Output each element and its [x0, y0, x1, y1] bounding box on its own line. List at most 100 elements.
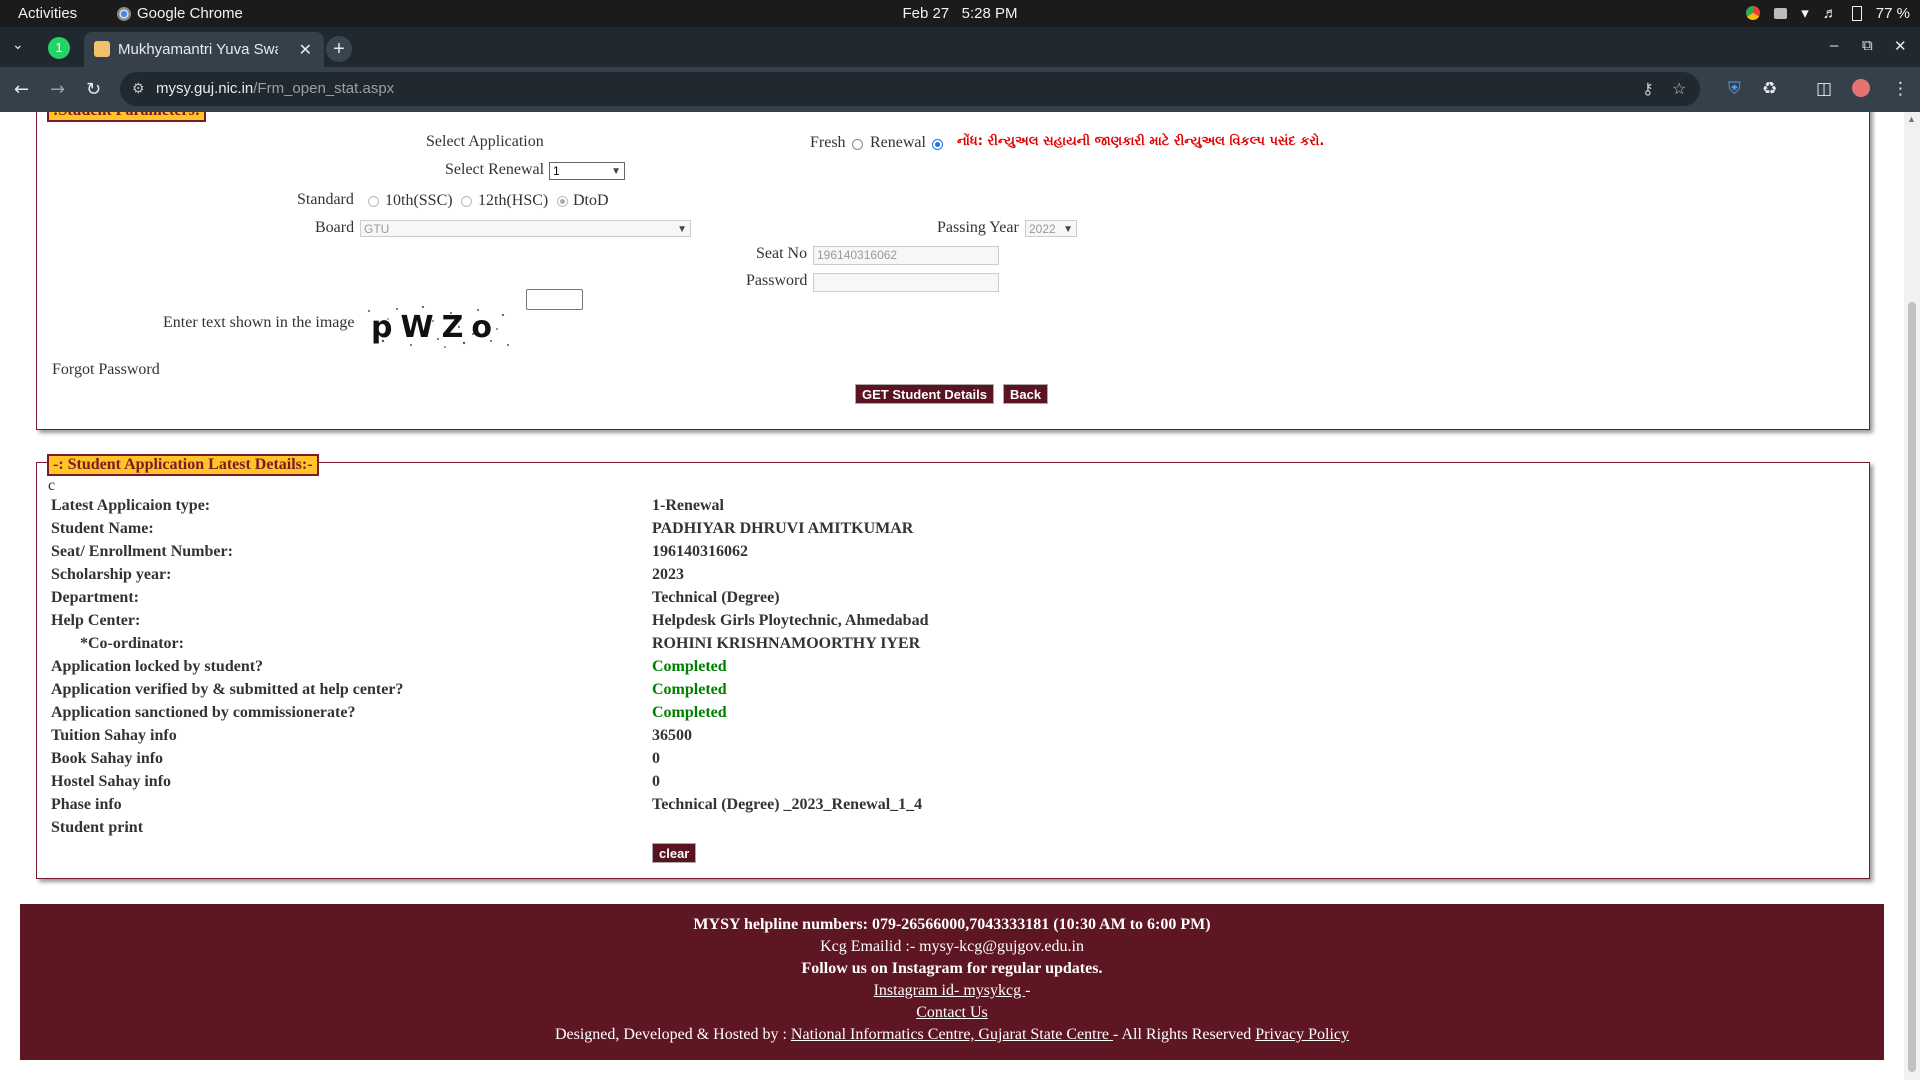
- restore-icon[interactable]: ⧉: [1862, 37, 1873, 54]
- detail-label: Latest Applicaion type:: [51, 497, 211, 514]
- window-close-icon[interactable]: ✕: [1894, 37, 1907, 55]
- minimize-icon[interactable]: –: [1830, 37, 1838, 54]
- detail-label: Application sanctioned by commissionerat…: [51, 704, 356, 721]
- back-icon[interactable]: ←: [14, 79, 29, 100]
- clock-date: Feb 27: [902, 5, 950, 22]
- browser-toolbar: ← → ↻ ⚙ mysy.guj.nic.in/Frm_open_stat.as…: [0, 67, 1920, 112]
- std-10th-label: 10th(SSC): [385, 192, 453, 209]
- get-student-details-button[interactable]: GET Student Details: [855, 384, 994, 404]
- scroll-up-icon[interactable]: ▲: [1907, 114, 1916, 124]
- detail-label: Seat/ Enrollment Number:: [51, 543, 233, 560]
- rights-text: - All Rights Reserved: [1113, 1026, 1256, 1043]
- instagram-dash: -: [1025, 982, 1031, 999]
- captcha-image: pWZo: [363, 301, 513, 349]
- detail-value: Completed: [652, 681, 727, 698]
- renewal-note: નોંધ: રીન્યુઅલ સહાયની જાણકારી માટે રીન્ય…: [957, 134, 1325, 149]
- standard-label: Standard: [297, 191, 354, 208]
- footer-instagram-row: Instagram id- mysykcg -: [20, 982, 1884, 1000]
- tab-active[interactable]: Mukhyamantri Yuva Swa ✕: [84, 32, 324, 67]
- detail-label: Student Name:: [51, 520, 154, 537]
- detail-label: Help Center:: [51, 612, 141, 629]
- detail-label: Application verified by & submitted at h…: [51, 681, 404, 698]
- select-renewal-dropdown[interactable]: 1 ▼: [549, 162, 625, 180]
- os-top-bar: Activities Google Chrome Feb 27 5:28 PM …: [0, 0, 1920, 27]
- detail-value: Completed: [652, 704, 727, 721]
- nic-link[interactable]: National Informatics Centre, Gujarat Sta…: [791, 1026, 1113, 1043]
- password-input[interactable]: [813, 273, 999, 292]
- detail-label: Tuition Sahay info: [51, 727, 177, 744]
- footer-credits: Designed, Developed & Hosted by : Nation…: [20, 1026, 1884, 1044]
- profile-icon[interactable]: [1852, 79, 1870, 102]
- notification-icon: [1774, 7, 1788, 19]
- stray-text: c: [48, 477, 56, 494]
- system-tray[interactable]: ▾ ♬ 77 %: [1746, 4, 1910, 22]
- battery-percent: 77 %: [1875, 4, 1910, 22]
- renewal-label: Renewal: [870, 134, 926, 151]
- chevron-down-icon: ▼: [1063, 224, 1073, 235]
- seat-no-input[interactable]: 196140316062: [813, 246, 999, 265]
- forward-icon[interactable]: →: [50, 79, 65, 100]
- std-10th-radio[interactable]: [368, 196, 379, 207]
- captcha-text: pWZo: [371, 310, 500, 345]
- address-bar[interactable]: ⚙ mysy.guj.nic.in/Frm_open_stat.aspx ⚷ ☆: [120, 72, 1700, 106]
- detail-value: Technical (Degree) _2023_Renewal_1_4: [652, 796, 923, 813]
- detail-label: Hostel Sahay info: [51, 773, 172, 790]
- sidepanel-icon[interactable]: ◫: [1816, 79, 1832, 99]
- reload-icon[interactable]: ↻: [86, 79, 101, 100]
- student-parameters-panel: :Student Parameters: Select Application …: [36, 112, 1870, 430]
- footer-follow: Follow us on Instagram for regular updat…: [801, 960, 1103, 977]
- extensions-icon[interactable]: ♻: [1762, 79, 1777, 99]
- captcha-input[interactable]: [526, 289, 583, 310]
- board-dropdown[interactable]: GTU ▼: [360, 220, 691, 237]
- passing-year-dropdown[interactable]: 2022 ▼: [1025, 220, 1077, 237]
- tab-search-icon[interactable]: ⌄: [12, 37, 24, 54]
- vertical-scrollbar[interactable]: ▲: [1904, 112, 1920, 1080]
- scrollbar-thumb[interactable]: [1908, 302, 1916, 1072]
- url-text: mysy.guj.nic.in/Frm_open_stat.aspx: [156, 80, 395, 97]
- latest-details-legend: -: Student Application Latest Details:-: [47, 454, 319, 476]
- new-tab-button[interactable]: +: [326, 36, 352, 62]
- favicon-icon: [94, 41, 110, 57]
- tab-close-icon[interactable]: ✕: [299, 40, 312, 60]
- detail-value: 36500: [652, 727, 692, 744]
- battery-icon: [1851, 5, 1862, 21]
- clock[interactable]: Feb 27 5:28 PM: [0, 5, 1920, 22]
- seat-no-label: Seat No: [756, 245, 808, 262]
- designed-by-text: Designed, Developed & Hosted by :: [554, 1026, 791, 1043]
- privacy-policy-link[interactable]: Privacy Policy: [1255, 1026, 1349, 1043]
- detail-value: 2023: [652, 566, 684, 583]
- footer-helpline: MYSY helpline numbers: 079-26566000,7043…: [693, 916, 1211, 933]
- contact-us-link[interactable]: Contact Us: [916, 1004, 988, 1021]
- footer-contact-row: Contact Us: [20, 1004, 1884, 1022]
- select-application-label: Select Application: [426, 133, 544, 150]
- detail-value: 196140316062: [652, 543, 748, 560]
- menu-icon[interactable]: ⋮: [1892, 79, 1909, 99]
- clock-time: 5:28 PM: [961, 5, 1018, 22]
- clear-button[interactable]: clear: [652, 843, 697, 863]
- detail-label: *Co-ordinator:: [80, 635, 184, 652]
- detail-label: Department:: [51, 589, 139, 606]
- site-info-icon[interactable]: ⚙: [132, 80, 145, 97]
- renewal-radio[interactable]: [932, 139, 943, 150]
- back-button[interactable]: Back: [1003, 384, 1049, 404]
- star-icon[interactable]: ☆: [1672, 79, 1686, 99]
- key-icon[interactable]: ⚷: [1642, 79, 1654, 99]
- detail-value: Completed: [652, 658, 727, 675]
- detail-value: PADHIYAR DHRUVI AMITKUMAR: [652, 520, 914, 537]
- wifi-icon: ▾: [1801, 5, 1809, 22]
- std-12th-radio[interactable]: [461, 196, 472, 207]
- detail-label: Book Sahay info: [51, 750, 164, 767]
- chrome-tray-icon: [1746, 6, 1761, 20]
- detail-label: Student print: [51, 819, 144, 836]
- detail-value: 0: [652, 773, 660, 790]
- tab-title: Mukhyamantri Yuva Swa: [118, 41, 278, 58]
- instagram-link[interactable]: Instagram id- mysykcg: [874, 982, 1026, 999]
- tab-strip: ⌄ 1 Mukhyamantri Yuva Swa ✕ + – ⧉ ✕: [0, 27, 1920, 67]
- whatsapp-icon[interactable]: 1: [48, 37, 70, 59]
- extension-shield-icon[interactable]: ⛨: [1728, 79, 1741, 99]
- fresh-radio[interactable]: [852, 139, 863, 150]
- std-dtod-radio[interactable]: [557, 196, 568, 207]
- detail-value: Technical (Degree): [652, 589, 780, 606]
- password-label: Password: [746, 272, 808, 289]
- forgot-password-link[interactable]: Forgot Password: [52, 361, 160, 379]
